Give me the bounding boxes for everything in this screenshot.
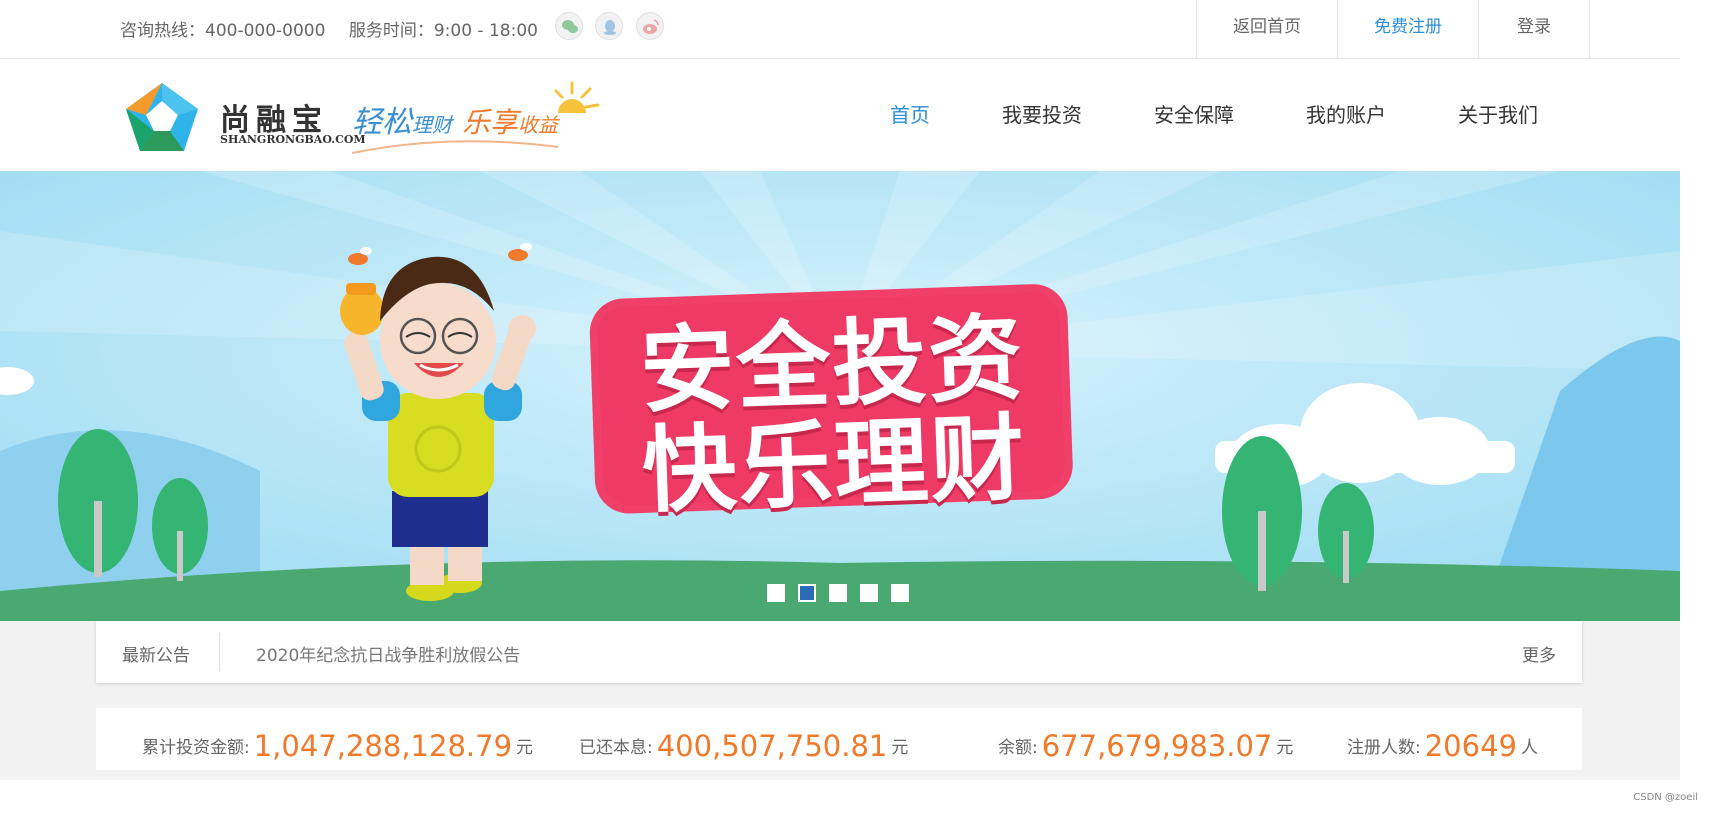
site-header: 尚融宝 SHANGRONGBAO.COM 轻松理财 乐享收益 首页 我要投资 安全… [0,59,1680,171]
notice-divider [219,633,220,671]
stat-balance: 余额: 677,679,983.07 元 [998,726,1294,763]
stat-registered: 注册人数: 20649 人 [1347,726,1538,763]
sun-icon [554,81,600,113]
carousel-dot-active[interactable] [798,584,816,602]
nav-home[interactable]: 首页 [890,99,930,128]
contact-info: 咨询热线：400-000-0000 服务时间：9:00 - 18:00 [120,16,556,41]
stat-label: 已还本息: [579,738,653,758]
banner-title-line2: 快乐理财 [640,404,1029,527]
free-register-link[interactable]: 免费注册 [1337,0,1478,58]
service-hours-text: 服务时间：9:00 - 18:00 [348,21,538,41]
main-nav: 首页 我要投资 安全保障 我的账户 关于我们 [890,99,1538,128]
notice-bar: 最新公告 2020年纪念抗日战争胜利放假公告 更多 [96,621,1582,683]
nav-invest[interactable]: 我要投资 [1002,99,1082,128]
carousel-dot[interactable] [829,584,847,602]
nav-about-us[interactable]: 关于我们 [1458,99,1538,128]
slogan-swoosh [351,140,559,154]
stat-total-invest: 累计投资金额: 1,047,288,128.79 元 [142,726,534,763]
watermark: CSDN @zoeil [1633,792,1698,803]
top-bar: 咨询热线：400-000-0000 服务时间：9:00 - 18:00 返回首页… [0,0,1680,59]
nav-security[interactable]: 安全保障 [1154,99,1234,128]
stat-value: 1,047,288,128.79 [253,729,513,763]
carousel-indicators [767,584,922,602]
carousel-dot[interactable] [860,584,878,602]
slogan-part1-small: 理财 [412,113,452,137]
slogan-part2-big: 乐享 [462,106,519,139]
notice-link[interactable]: 2020年纪念抗日战争胜利放假公告 [256,641,520,666]
stat-value: 20649 [1424,729,1517,763]
stat-value: 400,507,750.81 [656,729,888,763]
notice-label: 最新公告 [122,646,190,666]
slogan: 轻松理财 乐享收益 [352,97,558,141]
carousel-dot[interactable] [891,584,909,602]
stat-repaid: 已还本息: 400,507,750.81 元 [579,726,909,763]
notice-more-link[interactable]: 更多 [1522,641,1556,666]
back-home-link[interactable]: 返回首页 [1196,0,1337,58]
logo-icon[interactable] [124,81,200,157]
weibo-icon[interactable] [636,12,664,40]
hero-banner[interactable]: 安全投资 快乐理财 [0,171,1680,621]
stat-label: 累计投资金额: [142,738,250,758]
stat-label: 余额: [998,738,1038,758]
wechat-icon[interactable] [555,12,583,40]
stat-unit: 人 [1521,738,1538,758]
stat-unit: 元 [516,738,534,758]
qq-icon[interactable] [595,12,623,40]
slogan-part1-big: 轻松 [352,105,412,140]
stat-value: 677,679,983.07 [1041,729,1273,763]
top-links: 返回首页 免费注册 登录 [1196,0,1590,58]
hotline-text: 咨询热线：400-000-0000 [120,21,326,41]
login-link[interactable]: 登录 [1478,0,1590,58]
carousel-dot[interactable] [767,584,785,602]
stat-unit: 元 [891,738,909,758]
page: 咨询热线：400-000-0000 服务时间：9:00 - 18:00 返回首页… [0,0,1680,780]
stat-label: 注册人数: [1347,738,1421,758]
stat-unit: 元 [1276,738,1294,758]
stats-bar: 累计投资金额: 1,047,288,128.79 元 已还本息: 400,507,75… [96,708,1582,770]
brand-domain: SHANGRONGBAO.COM [220,133,366,146]
nav-my-account[interactable]: 我的账户 [1306,99,1386,128]
